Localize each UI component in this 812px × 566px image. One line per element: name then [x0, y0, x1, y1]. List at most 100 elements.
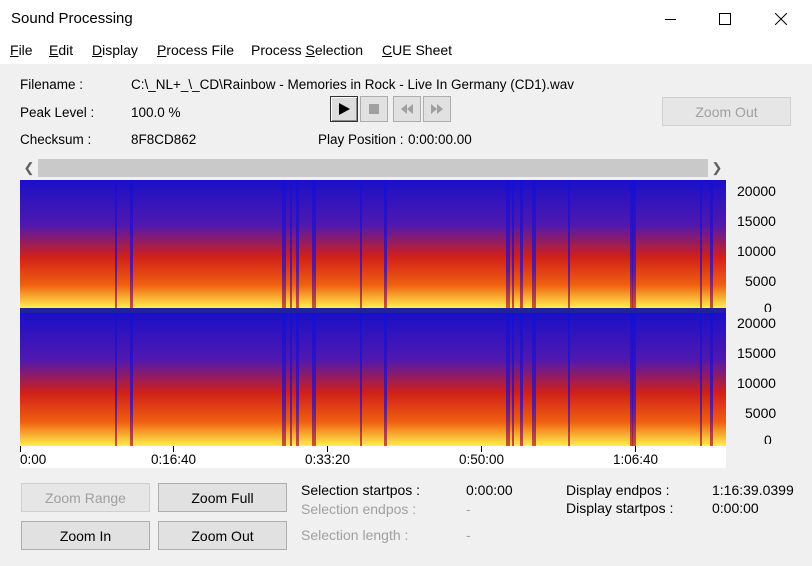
spectrogram-streak	[506, 180, 510, 308]
scroll-right-button[interactable]: ❯	[708, 159, 726, 177]
menu-cue-sheet[interactable]: CUE Sheet	[382, 42, 452, 58]
scroll-left-button[interactable]: ❮	[20, 159, 38, 177]
spectrogram-streak	[710, 313, 713, 446]
menu-display[interactable]: Display	[92, 42, 138, 58]
filename-value: C:\_NL+_\_CD\Rainbow - Memories in Rock …	[131, 77, 575, 92]
zoom-out-button[interactable]: Zoom Out	[158, 521, 287, 550]
fast-forward-icon	[431, 104, 443, 114]
zoom-out-top-button[interactable]: Zoom Out	[662, 97, 791, 126]
selection-endpos-label: Selection endpos :	[301, 501, 417, 517]
spectrogram-streak	[520, 180, 523, 308]
spectrogram-streak	[115, 313, 117, 446]
zoom-in-button[interactable]: Zoom In	[21, 521, 150, 550]
spectrogram-streak	[360, 180, 362, 308]
title-bar: Sound Processing	[0, 0, 812, 38]
chevron-right-icon: ❯	[711, 160, 723, 175]
spectrogram-streak	[710, 180, 713, 308]
maximize-button[interactable]	[702, 0, 748, 38]
y-tick-bottom-15000: 15000	[737, 345, 776, 361]
y-tick-top-20000: 20000	[737, 183, 776, 199]
filename-label: Filename :	[20, 77, 84, 92]
selection-endpos-value: -	[466, 501, 471, 517]
peak-level-label: Peak Level :	[20, 105, 95, 120]
spectrogram-streak	[384, 313, 387, 446]
y-tick-bottom-5000: 5000	[745, 405, 777, 421]
time-tick-1: 0:16:40	[151, 452, 197, 467]
stop-button[interactable]	[360, 96, 388, 122]
display-endpos-label: Display endpos :	[566, 482, 670, 498]
time-tick-0: 0:00	[20, 452, 47, 467]
stop-icon	[369, 104, 379, 114]
play-icon	[339, 103, 350, 115]
spectrogram-streak	[282, 180, 286, 308]
spectrogram-streak	[632, 180, 636, 308]
spectrogram-streak	[312, 313, 316, 446]
spectrogram-streak	[282, 313, 286, 446]
minimize-button[interactable]	[648, 0, 694, 38]
spectrogram-streak	[290, 180, 292, 308]
spectrogram-streak	[384, 180, 387, 308]
spectrogram-streak	[296, 313, 299, 446]
maximize-icon	[719, 13, 731, 25]
spectrogram[interactable]	[20, 180, 726, 446]
checksum-value: 8F8CD862	[131, 132, 197, 147]
spectrogram-streak	[512, 180, 514, 308]
y-tick-bottom-0: 0	[764, 432, 772, 444]
play-button[interactable]	[330, 96, 358, 122]
horizontal-scrollbar[interactable]: ❮ ❯	[20, 159, 726, 177]
y-tick-top-5000: 5000	[745, 273, 777, 289]
channel-top	[20, 180, 726, 308]
spectrogram-streak	[568, 313, 570, 446]
time-tick-3: 0:50:00	[459, 452, 505, 467]
fast-forward-button[interactable]	[423, 96, 451, 122]
spectrogram-streak	[532, 313, 536, 446]
selection-startpos-label: Selection startpos :	[301, 482, 421, 498]
y-tick-top-15000: 15000	[737, 213, 776, 229]
spectrogram-streak	[632, 313, 636, 446]
spectrogram-streak	[296, 180, 299, 308]
spectrogram-streak	[532, 180, 536, 308]
peak-level-value: 100.0 %	[131, 105, 181, 120]
channel-divider	[20, 308, 726, 313]
close-button[interactable]	[758, 0, 804, 38]
menu-edit[interactable]: Edit	[49, 42, 73, 58]
rewind-button[interactable]	[393, 96, 421, 122]
y-tick-top-0: 0	[764, 300, 772, 312]
time-tick-4: 1:06:40	[613, 452, 659, 467]
rewind-icon	[401, 104, 413, 114]
spectrogram-streak	[520, 313, 523, 446]
selection-length-label: Selection length :	[301, 527, 409, 543]
spectrogram-streak	[115, 180, 117, 308]
selection-length-value: -	[466, 527, 471, 543]
spectrogram-streak	[360, 313, 362, 446]
y-tick-bottom-20000: 20000	[737, 315, 776, 331]
menu-process-selection[interactable]: Process Selection	[251, 42, 363, 58]
menu-file[interactable]: File	[10, 42, 33, 58]
y-tick-top-10000: 10000	[737, 243, 776, 259]
spectrogram-streak	[290, 313, 292, 446]
menu-process-file[interactable]: Process File	[157, 42, 234, 58]
y-tick-bottom-10000: 10000	[737, 375, 776, 391]
minimize-icon	[665, 19, 676, 20]
display-startpos-label: Display startpos :	[566, 500, 674, 516]
zoom-full-button[interactable]: Zoom Full	[158, 483, 287, 512]
zoom-range-button[interactable]: Zoom Range	[21, 483, 150, 512]
time-tick-2: 0:33:20	[305, 452, 351, 467]
display-startpos-value: 0:00:00	[712, 500, 759, 516]
spectrogram-streak	[512, 313, 514, 446]
play-position-label: Play Position :	[318, 132, 404, 147]
chevron-left-icon: ❮	[23, 160, 35, 175]
selection-startpos-value: 0:00:00	[466, 482, 513, 498]
spectrogram-streak	[312, 180, 316, 308]
spectrogram-streak	[700, 180, 702, 308]
spectrogram-streak	[130, 313, 133, 446]
window-title: Sound Processing	[11, 10, 133, 27]
checksum-label: Checksum :	[20, 132, 92, 147]
spectrogram-streak	[700, 313, 702, 446]
spectrogram-streak	[506, 313, 510, 446]
menu-bar: File Edit Display Process File Process S…	[0, 38, 812, 64]
spectrogram-view[interactable]	[20, 180, 726, 446]
spectrogram-streak	[568, 180, 570, 308]
channel-bottom	[20, 313, 726, 446]
spectrogram-streak	[130, 180, 133, 308]
